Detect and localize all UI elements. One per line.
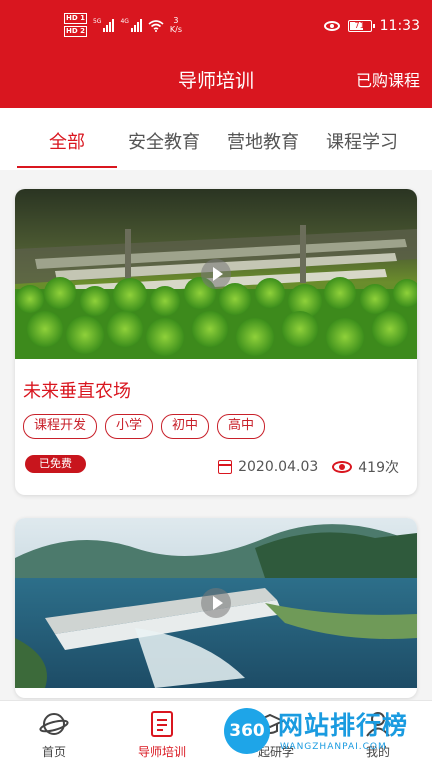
play-button[interactable] (201, 588, 231, 618)
course-tag: 高中 (217, 414, 266, 439)
document-icon (151, 711, 173, 737)
network-speed-value: 3 (173, 16, 179, 25)
battery-level: 71 (354, 21, 365, 30)
hd-indicators: HD 1 HD 2 (64, 13, 87, 37)
signal-5g-icon: 5G (92, 18, 115, 32)
planet-icon (39, 713, 69, 735)
eye-comfort-icon (323, 21, 340, 31)
course-card[interactable] (15, 518, 417, 698)
watermark-text: 网站排行榜 (278, 711, 409, 740)
tab-safety-education[interactable]: 安全教育 (128, 128, 200, 154)
views-icon (332, 461, 353, 473)
status-bar-left: HD 1 HD 2 5G 4G 3 K/s (64, 13, 182, 37)
network-speed: 3 K/s (170, 16, 182, 34)
app-header: 导师培训 已购课程 (0, 52, 432, 108)
signal-4g-tag: 4G (120, 18, 129, 25)
nav-home-label: 首页 (41, 745, 66, 759)
nav-mentor-training-label: 导师培训 (137, 745, 186, 759)
purchased-courses-link[interactable]: 已购课程 (356, 67, 420, 91)
hd1-indicator: HD 1 (64, 13, 87, 24)
nav-home[interactable]: 首页 (14, 709, 94, 760)
status-bar-right: 71 11:33 (323, 18, 420, 34)
signal-4g-icon: 4G (120, 18, 142, 32)
signal-5g-tag: 5G (92, 18, 102, 25)
wifi-icon (148, 19, 164, 32)
course-card[interactable]: 未来垂直农场 课程开发 小学 初中 高中 已免费 2020.04.03 419次 (15, 189, 417, 495)
watermark-subtext: WANGZHANPAI.COM (280, 742, 387, 752)
watermark-logo: 360 网站排行榜 WANGZHANPAI.COM (224, 706, 430, 764)
tab-all[interactable]: 全部 (49, 128, 85, 154)
active-tab-indicator (17, 166, 117, 168)
publish-date: 2020.04.03 (238, 459, 319, 475)
battery-icon: 71 (347, 20, 375, 32)
status-bar: HD 1 HD 2 5G 4G 3 K/s 71 11:33 (0, 0, 432, 52)
calendar-icon (218, 460, 233, 474)
course-meta: 2020.04.03 419次 (218, 457, 399, 477)
hd2-indicator: HD 2 (64, 26, 87, 37)
play-button[interactable] (201, 259, 231, 289)
course-tag: 初中 (161, 414, 210, 439)
course-tag: 小学 (105, 414, 154, 439)
watermark-360-badge: 360 (224, 708, 270, 754)
network-speed-unit: K/s (169, 25, 183, 34)
course-title: 未来垂直农场 (23, 381, 131, 402)
course-tag: 课程开发 (23, 414, 98, 439)
clock: 11:33 (379, 18, 420, 34)
tab-camp-education[interactable]: 营地教育 (227, 128, 299, 154)
view-count: 419次 (358, 460, 399, 476)
category-tabs: 全部 安全教育 营地教育 课程学习 (0, 108, 432, 170)
nav-mentor-training[interactable]: 导师培训 (122, 709, 202, 760)
course-tags: 课程开发 小学 初中 高中 (23, 414, 266, 439)
free-badge: 已免费 (25, 455, 86, 473)
tab-course-study[interactable]: 课程学习 (326, 128, 398, 154)
